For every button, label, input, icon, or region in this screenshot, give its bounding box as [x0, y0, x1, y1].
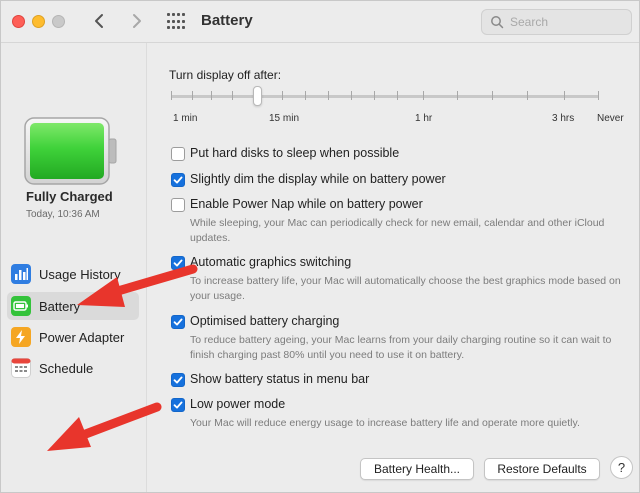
show-all-grid-icon[interactable] — [167, 13, 185, 31]
option-label: Low power mode — [190, 397, 286, 411]
slider-tick — [397, 91, 398, 100]
sidebar-item-power-adapter[interactable]: Power Adapter — [7, 323, 139, 351]
slider-tick — [282, 91, 283, 100]
tick-label-1-hr: 1 hr — [415, 113, 433, 124]
option-description: To increase battery life, your Mac will … — [190, 275, 621, 302]
slider-tick — [598, 91, 599, 100]
search-input[interactable] — [510, 13, 620, 31]
display-off-slider-thumb[interactable] — [253, 86, 262, 106]
option-label: Put hard disks to sleep when possible — [190, 146, 400, 160]
checkbox-checked[interactable] — [171, 173, 185, 187]
slider-tick — [328, 91, 329, 100]
slider-tick — [171, 91, 172, 100]
checkmark-icon — [173, 401, 183, 409]
tick-label-3-hrs: 3 hrs — [552, 113, 575, 124]
close-window-button[interactable] — [12, 15, 25, 28]
back-button[interactable] — [87, 9, 111, 33]
option-label: Slightly dim the display while on batter… — [190, 172, 446, 186]
window-title: Battery — [201, 12, 253, 29]
forward-button[interactable] — [125, 9, 149, 33]
option-label: Enable Power Nap while on battery power — [190, 197, 423, 211]
slider-tick — [423, 91, 424, 100]
option-description: While sleeping, your Mac can periodicall… — [190, 217, 605, 244]
help-button[interactable]: ? — [610, 456, 633, 479]
annotation-arrow-low-power-icon — [47, 402, 162, 451]
slider-tick — [564, 91, 565, 100]
sidebar-item-label: Power Adapter — [39, 329, 125, 345]
search-field[interactable] — [481, 9, 632, 35]
checkbox-unchecked[interactable] — [171, 198, 185, 212]
bar-chart-icon — [10, 263, 32, 285]
checkbox-checked[interactable] — [171, 373, 185, 387]
option-label: Automatic graphics switching — [190, 255, 352, 269]
power-adapter-icon — [10, 326, 32, 348]
option-label: Optimised battery charging — [190, 314, 340, 328]
slider-tick — [192, 91, 193, 100]
calendar-icon — [10, 357, 32, 379]
title-bar: Battery — [1, 1, 639, 43]
battery-status-title: Fully Charged — [26, 189, 113, 204]
system-preferences-window: Battery Fully Charged — [0, 0, 640, 493]
battery-health-button[interactable]: Battery Health... — [360, 458, 474, 480]
display-off-slider-track[interactable] — [171, 95, 599, 98]
tick-label-never: Never — [597, 113, 624, 124]
battery-icon — [10, 295, 32, 317]
minimize-window-button[interactable] — [32, 15, 45, 28]
option-label: Show battery status in menu bar — [190, 372, 370, 386]
chevron-left-icon — [95, 14, 103, 28]
zoom-window-button[interactable] — [52, 15, 65, 28]
slider-tick — [527, 91, 528, 100]
slider-tick — [211, 91, 212, 100]
checkbox-checked[interactable] — [171, 398, 185, 412]
restore-defaults-button[interactable]: Restore Defaults — [484, 458, 600, 480]
slider-tick — [457, 91, 458, 100]
sidebar-item-schedule[interactable]: Schedule — [7, 354, 139, 382]
battery-status-icon — [24, 117, 117, 185]
checkmark-icon — [173, 176, 183, 184]
chevron-right-icon — [133, 14, 141, 28]
tick-label-1-min: 1 min — [173, 113, 198, 124]
battery-status-time: Today, 10:36 AM — [26, 209, 100, 220]
annotation-arrow-battery-icon — [77, 264, 198, 307]
option-description: Your Mac will reduce energy usage to inc… — [190, 417, 580, 429]
slider-tick — [305, 91, 306, 100]
option-description: To reduce battery ageing, your Mac learn… — [190, 334, 612, 361]
slider-tick — [351, 91, 352, 100]
slider-tick — [374, 91, 375, 100]
checkbox-unchecked[interactable] — [171, 147, 185, 161]
sidebar-item-label: Schedule — [39, 360, 94, 376]
battery-settings-panel: Turn display off after: 1 min 15 min 1 h… — [147, 43, 639, 492]
slider-tick — [492, 91, 493, 100]
slider-tick — [232, 91, 233, 100]
search-icon — [491, 16, 504, 29]
checkmark-icon — [173, 376, 183, 384]
tick-label-15-min: 15 min — [269, 113, 300, 124]
display-off-label: Turn display off after: — [169, 68, 282, 82]
